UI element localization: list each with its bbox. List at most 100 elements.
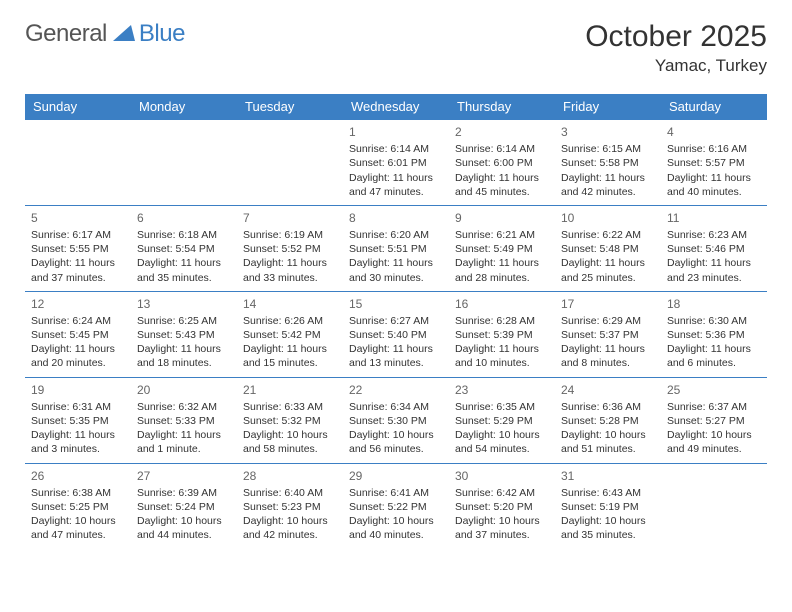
calendar-table: SundayMondayTuesdayWednesdayThursdayFrid… (25, 94, 767, 548)
day-daylight2: and 42 minutes. (561, 185, 655, 199)
day-sunrise: Sunrise: 6:26 AM (243, 314, 337, 328)
day-daylight1: Daylight: 11 hours (455, 256, 549, 270)
day-number: 26 (31, 468, 125, 484)
day-sunset: Sunset: 6:00 PM (455, 156, 549, 170)
day-sunrise: Sunrise: 6:38 AM (31, 486, 125, 500)
calendar-day-cell: 14Sunrise: 6:26 AMSunset: 5:42 PMDayligh… (237, 291, 343, 377)
day-sunrise: Sunrise: 6:35 AM (455, 400, 549, 414)
calendar-day-cell: 23Sunrise: 6:35 AMSunset: 5:29 PMDayligh… (449, 377, 555, 463)
calendar-day-cell: 29Sunrise: 6:41 AMSunset: 5:22 PMDayligh… (343, 463, 449, 548)
day-number: 17 (561, 296, 655, 312)
day-sunrise: Sunrise: 6:28 AM (455, 314, 549, 328)
location-label: Yamac, Turkey (585, 56, 767, 76)
day-number: 28 (243, 468, 337, 484)
day-number: 20 (137, 382, 231, 398)
day-number: 7 (243, 210, 337, 226)
weekday-header: Tuesday (237, 94, 343, 120)
day-daylight2: and 8 minutes. (561, 356, 655, 370)
day-sunset: Sunset: 5:45 PM (31, 328, 125, 342)
calendar-day-cell: 16Sunrise: 6:28 AMSunset: 5:39 PMDayligh… (449, 291, 555, 377)
calendar-day-cell: 9Sunrise: 6:21 AMSunset: 5:49 PMDaylight… (449, 205, 555, 291)
day-sunset: Sunset: 5:49 PM (455, 242, 549, 256)
day-number: 15 (349, 296, 443, 312)
day-sunset: Sunset: 5:19 PM (561, 500, 655, 514)
page-title: October 2025 (585, 20, 767, 54)
day-sunset: Sunset: 5:48 PM (561, 242, 655, 256)
triangle-icon (113, 23, 135, 46)
day-sunset: Sunset: 5:20 PM (455, 500, 549, 514)
weekday-header: Wednesday (343, 94, 449, 120)
header: General Blue October 2025 Yamac, Turkey (25, 20, 767, 76)
day-sunset: Sunset: 5:25 PM (31, 500, 125, 514)
day-sunset: Sunset: 5:46 PM (667, 242, 761, 256)
weekday-header: Friday (555, 94, 661, 120)
calendar-day-cell: 12Sunrise: 6:24 AMSunset: 5:45 PMDayligh… (25, 291, 131, 377)
calendar-day-cell: 18Sunrise: 6:30 AMSunset: 5:36 PMDayligh… (661, 291, 767, 377)
day-daylight1: Daylight: 11 hours (561, 256, 655, 270)
weekday-header: Saturday (661, 94, 767, 120)
day-daylight2: and 40 minutes. (667, 185, 761, 199)
day-daylight1: Daylight: 11 hours (349, 342, 443, 356)
day-number: 4 (667, 124, 761, 140)
day-daylight1: Daylight: 10 hours (349, 428, 443, 442)
day-number: 25 (667, 382, 761, 398)
day-daylight2: and 13 minutes. (349, 356, 443, 370)
day-daylight2: and 56 minutes. (349, 442, 443, 456)
day-daylight2: and 35 minutes. (561, 528, 655, 542)
calendar-day-cell: 30Sunrise: 6:42 AMSunset: 5:20 PMDayligh… (449, 463, 555, 548)
day-number: 14 (243, 296, 337, 312)
day-daylight1: Daylight: 11 hours (349, 256, 443, 270)
day-daylight1: Daylight: 11 hours (31, 342, 125, 356)
day-sunrise: Sunrise: 6:25 AM (137, 314, 231, 328)
day-sunset: Sunset: 5:42 PM (243, 328, 337, 342)
day-daylight2: and 58 minutes. (243, 442, 337, 456)
calendar-day-cell: 27Sunrise: 6:39 AMSunset: 5:24 PMDayligh… (131, 463, 237, 548)
day-sunrise: Sunrise: 6:30 AM (667, 314, 761, 328)
day-daylight2: and 35 minutes. (137, 271, 231, 285)
calendar-day-cell: 31Sunrise: 6:43 AMSunset: 5:19 PMDayligh… (555, 463, 661, 548)
day-sunset: Sunset: 5:30 PM (349, 414, 443, 428)
calendar-day-cell: 8Sunrise: 6:20 AMSunset: 5:51 PMDaylight… (343, 205, 449, 291)
day-daylight1: Daylight: 11 hours (561, 342, 655, 356)
day-daylight1: Daylight: 10 hours (667, 428, 761, 442)
day-daylight1: Daylight: 10 hours (243, 428, 337, 442)
day-daylight1: Daylight: 10 hours (243, 514, 337, 528)
calendar-day-cell: 21Sunrise: 6:33 AMSunset: 5:32 PMDayligh… (237, 377, 343, 463)
day-sunrise: Sunrise: 6:43 AM (561, 486, 655, 500)
day-daylight2: and 49 minutes. (667, 442, 761, 456)
day-sunrise: Sunrise: 6:15 AM (561, 142, 655, 156)
day-sunrise: Sunrise: 6:37 AM (667, 400, 761, 414)
day-sunset: Sunset: 5:40 PM (349, 328, 443, 342)
calendar-day-cell: 26Sunrise: 6:38 AMSunset: 5:25 PMDayligh… (25, 463, 131, 548)
day-daylight2: and 1 minute. (137, 442, 231, 456)
day-daylight2: and 37 minutes. (455, 528, 549, 542)
calendar-day-cell: 17Sunrise: 6:29 AMSunset: 5:37 PMDayligh… (555, 291, 661, 377)
day-sunrise: Sunrise: 6:14 AM (455, 142, 549, 156)
day-sunrise: Sunrise: 6:40 AM (243, 486, 337, 500)
calendar-day-cell: 19Sunrise: 6:31 AMSunset: 5:35 PMDayligh… (25, 377, 131, 463)
day-sunset: Sunset: 5:57 PM (667, 156, 761, 170)
calendar-day-cell: 25Sunrise: 6:37 AMSunset: 5:27 PMDayligh… (661, 377, 767, 463)
day-sunrise: Sunrise: 6:24 AM (31, 314, 125, 328)
calendar-day-cell: 15Sunrise: 6:27 AMSunset: 5:40 PMDayligh… (343, 291, 449, 377)
day-daylight2: and 20 minutes. (31, 356, 125, 370)
logo: General Blue (25, 20, 185, 48)
day-number: 5 (31, 210, 125, 226)
day-number: 10 (561, 210, 655, 226)
day-sunrise: Sunrise: 6:20 AM (349, 228, 443, 242)
day-sunset: Sunset: 5:55 PM (31, 242, 125, 256)
calendar-day-cell: 20Sunrise: 6:32 AMSunset: 5:33 PMDayligh… (131, 377, 237, 463)
day-number: 3 (561, 124, 655, 140)
day-sunset: Sunset: 5:22 PM (349, 500, 443, 514)
day-daylight1: Daylight: 10 hours (137, 514, 231, 528)
day-sunrise: Sunrise: 6:17 AM (31, 228, 125, 242)
day-sunset: Sunset: 5:52 PM (243, 242, 337, 256)
day-daylight1: Daylight: 11 hours (349, 171, 443, 185)
day-sunset: Sunset: 5:36 PM (667, 328, 761, 342)
day-sunset: Sunset: 5:37 PM (561, 328, 655, 342)
day-daylight2: and 30 minutes. (349, 271, 443, 285)
day-sunset: Sunset: 5:43 PM (137, 328, 231, 342)
calendar-day-cell: 6Sunrise: 6:18 AMSunset: 5:54 PMDaylight… (131, 205, 237, 291)
day-number: 16 (455, 296, 549, 312)
day-daylight2: and 37 minutes. (31, 271, 125, 285)
